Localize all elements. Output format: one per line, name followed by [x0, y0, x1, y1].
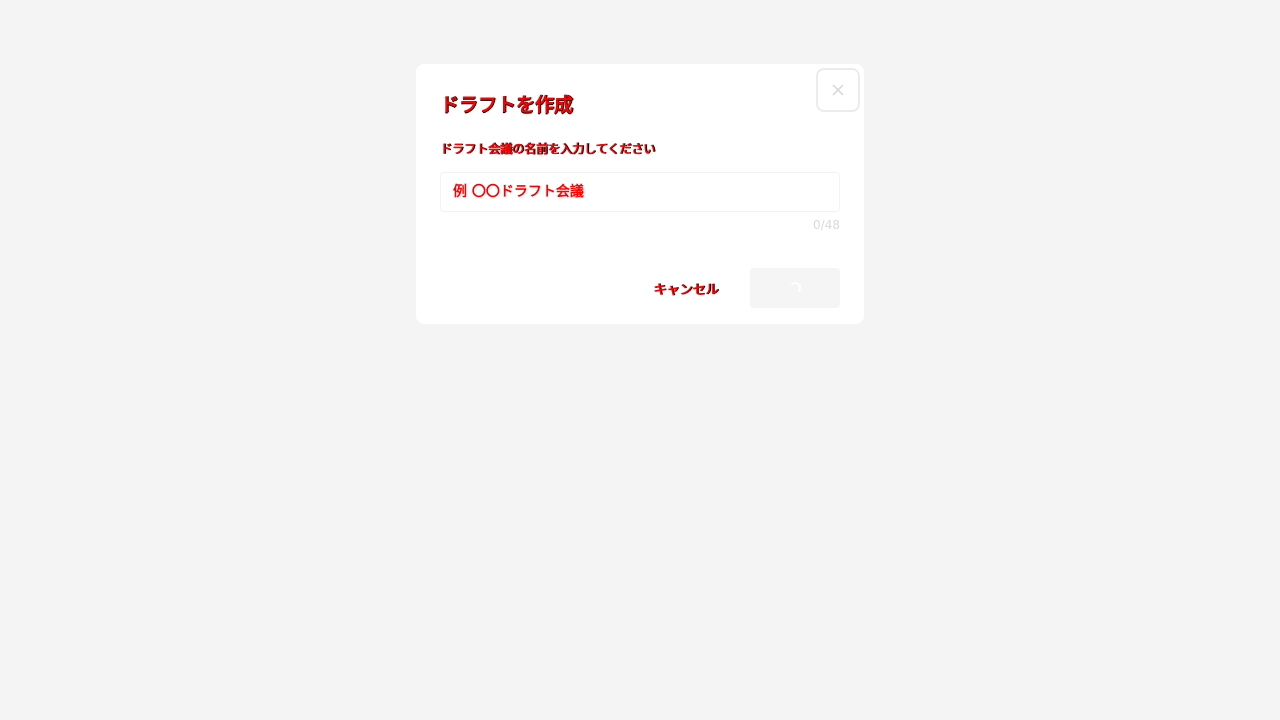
draft-name-input[interactable]: [441, 173, 839, 211]
create-button[interactable]: [750, 268, 840, 308]
loading-spinner-icon: [789, 282, 801, 294]
character-counter: 0/48: [813, 218, 840, 232]
cancel-button[interactable]: キャンセル: [640, 268, 732, 308]
close-button[interactable]: [816, 68, 860, 112]
draft-name-label: ドラフト会議の名前を入力してください: [440, 142, 656, 156]
close-icon: [832, 84, 844, 96]
dialog-title: ドラフトを作成: [440, 94, 574, 116]
draft-name-field: [440, 172, 840, 212]
create-draft-dialog: ドラフトを作成 ドラフト会議の名前を入力してください 0/48 キャンセル: [416, 64, 864, 324]
